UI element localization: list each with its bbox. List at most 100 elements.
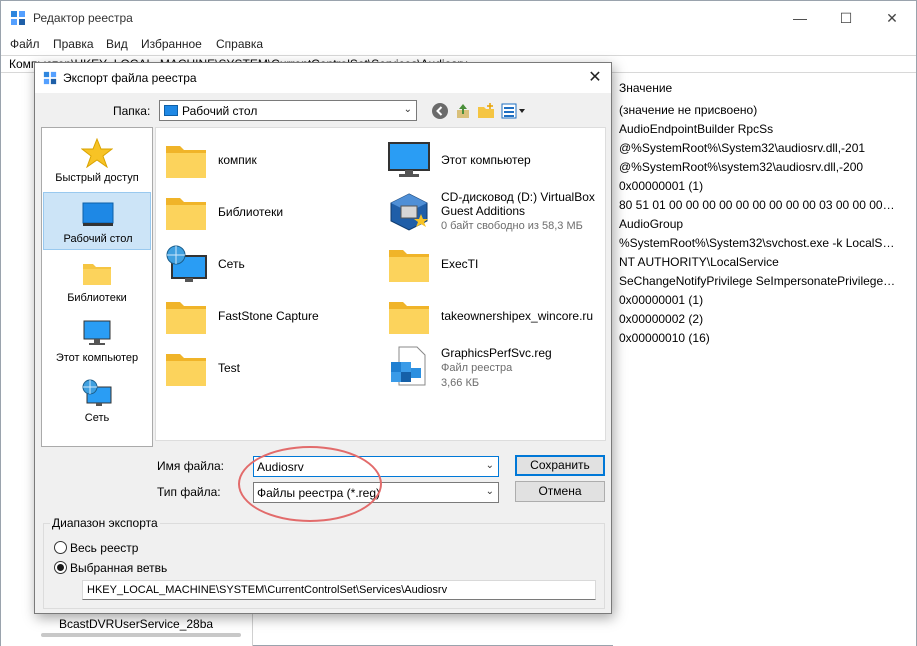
file-item-this-pc[interactable]: Этот компьютер — [383, 136, 603, 184]
save-button[interactable]: Сохранить — [515, 455, 605, 476]
place-label: Этот компьютер — [55, 352, 139, 364]
file-name: FastStone Capture — [218, 309, 319, 323]
filename-input[interactable]: Audiosrv ⌄ — [253, 456, 499, 477]
file-type: Файл реестра — [441, 362, 513, 374]
value-row[interactable]: 0x00000010 (16) — [619, 331, 897, 350]
cancel-button[interactable]: Отмена — [515, 481, 605, 502]
chevron-down-icon[interactable]: ⌄ — [486, 486, 494, 497]
file-name: CD-дисковод (D:) VirtualBox Guest Additi… — [441, 190, 595, 218]
filetype-select[interactable]: Файлы реестра (*.reg) ⌄ — [253, 482, 499, 503]
value-row[interactable]: SeChangeNotifyPrivilege SeImpersonatePri… — [619, 274, 897, 293]
computer-icon — [388, 142, 430, 177]
export-dialog: Экспорт файла реестра ✕ Папка: Рабочий с… — [34, 62, 612, 614]
folder-icon — [389, 302, 429, 334]
chevron-down-icon: ⌄ — [403, 104, 412, 115]
back-icon[interactable] — [431, 102, 449, 120]
file-name: Сеть — [218, 257, 245, 271]
menu-help[interactable]: Справка — [216, 37, 263, 51]
folder-icon — [166, 198, 206, 230]
value-row[interactable]: AudioEndpointBuilder RpcSs — [619, 122, 897, 141]
filetype-value: Файлы реестра (*.reg) — [257, 486, 380, 500]
file-item-takeownershipex[interactable]: takeownershipex_wincore.ru — [383, 292, 603, 340]
value-row[interactable]: 0x00000002 (2) — [619, 312, 897, 331]
value-row[interactable]: @%SystemRoot%\system32\audiosrv.dll,-200 — [619, 160, 897, 179]
dialog-close-button[interactable]: ✕ — [583, 66, 607, 90]
file-item-kompik[interactable]: компик — [160, 136, 380, 184]
file-item-test[interactable]: Test — [160, 344, 380, 392]
file-item-graphicsperfsvc[interactable]: GraphicsPerfSvc.reg Файл реестра 3,66 КБ — [383, 342, 603, 398]
virtualbox-disc-icon — [390, 193, 428, 231]
value-row[interactable]: 0x00000001 (1) — [619, 293, 897, 312]
places-bar: Быстрый доступ Рабочий стол Библиотеки Э… — [41, 127, 153, 447]
regedit-app-icon — [11, 11, 25, 25]
place-label: Рабочий стол — [63, 233, 133, 245]
window-title: Редактор реестра — [33, 11, 133, 25]
file-item-exectl[interactable]: ExecTI — [383, 240, 603, 288]
radio-selected-branch-label[interactable]: Выбранная ветвь — [70, 561, 167, 575]
branch-path-input[interactable]: HKEY_LOCAL_MACHINE\SYSTEM\CurrentControl… — [82, 580, 596, 600]
menu-view[interactable]: Вид — [106, 37, 128, 51]
file-item-cd-drive[interactable]: CD-дисковод (D:) VirtualBox Guest Additi… — [383, 188, 603, 240]
menu-edit[interactable]: Правка — [53, 37, 94, 51]
folder-select[interactable]: Рабочий стол ⌄ — [159, 100, 417, 121]
file-name: Библиотеки — [218, 205, 284, 219]
place-label: Сеть — [84, 412, 110, 424]
file-name: Этот компьютер — [441, 153, 531, 167]
minimize-button[interactable]: — — [777, 1, 823, 35]
place-quick-access[interactable]: Быстрый доступ — [43, 132, 151, 190]
menu-bar: Файл Правка Вид Избранное Справка — [1, 35, 916, 53]
folder-icon — [166, 302, 206, 334]
value-row[interactable]: AudioGroup — [619, 217, 897, 236]
desktop-icon — [164, 105, 178, 116]
up-folder-icon[interactable] — [454, 102, 472, 120]
radio-selected-branch[interactable] — [54, 561, 67, 574]
folder-icon — [166, 354, 206, 386]
file-name: Test — [218, 361, 241, 375]
folder-label: Папка: — [113, 104, 151, 118]
title-bar: Редактор реестра — ☐ ✕ — [1, 1, 916, 35]
export-range-group: Диапазон экспорта Весь реестр Выбранная … — [43, 516, 605, 609]
place-desktop[interactable]: Рабочий стол — [43, 192, 151, 250]
chevron-down-icon[interactable]: ⌄ — [486, 460, 494, 471]
file-item-libraries[interactable]: Библиотеки — [160, 188, 380, 236]
network-icon — [166, 245, 207, 282]
radio-all-registry[interactable] — [54, 541, 67, 554]
view-menu-icon[interactable] — [501, 102, 527, 120]
tree-horizontal-scrollbar[interactable] — [41, 633, 241, 637]
value-row[interactable]: @%SystemRoot%\System32\audiosrv.dll,-201 — [619, 141, 897, 160]
desktop-icon — [82, 202, 114, 226]
place-network[interactable]: Сеть — [43, 372, 151, 430]
folder-icon — [389, 250, 429, 282]
filename-label: Имя файла: — [157, 459, 224, 473]
libraries-folder-icon — [83, 264, 111, 285]
place-label: Быстрый доступ — [55, 172, 139, 184]
place-this-pc[interactable]: Этот компьютер — [43, 312, 151, 370]
regedit-app-icon — [43, 71, 57, 85]
value-row[interactable]: 80 51 01 00 00 00 00 00 00 00 00 00 03 0… — [619, 198, 897, 217]
registry-file-icon — [391, 346, 426, 386]
file-subtitle: 0 байт свободно из 58,3 МБ — [441, 220, 583, 232]
file-name: takeownershipex_wincore.ru — [441, 309, 594, 323]
branch-path-value: HKEY_LOCAL_MACHINE\SYSTEM\CurrentControl… — [87, 584, 448, 596]
radio-all-registry-label[interactable]: Весь реестр — [70, 541, 138, 555]
dialog-title-bar: Экспорт файла реестра ✕ — [35, 63, 611, 93]
menu-file[interactable]: Файл — [10, 37, 40, 51]
place-libraries[interactable]: Библиотеки — [43, 252, 151, 310]
file-item-network[interactable]: Сеть — [160, 240, 380, 288]
file-name: ExecTI — [441, 257, 479, 271]
column-header-value[interactable]: Значение — [619, 81, 672, 99]
dialog-title: Экспорт файла реестра — [63, 71, 197, 85]
computer-icon — [83, 320, 111, 345]
tree-item[interactable]: BcastDVRUserService_28ba — [59, 617, 213, 631]
filename-value: Audiosrv — [257, 460, 304, 474]
export-range-label: Диапазон экспорта — [50, 516, 160, 530]
value-row[interactable]: %SystemRoot%\System32\svchost.exe -k Loc… — [619, 236, 897, 255]
close-button[interactable]: ✕ — [869, 1, 915, 35]
new-folder-icon[interactable] — [477, 102, 495, 120]
value-row[interactable]: (значение не присвоено) — [619, 103, 897, 122]
value-row[interactable]: NT AUTHORITY\LocalService — [619, 255, 897, 274]
file-item-faststone[interactable]: FastStone Capture — [160, 292, 380, 340]
menu-favorites[interactable]: Избранное — [141, 37, 202, 51]
maximize-button[interactable]: ☐ — [823, 1, 869, 35]
value-row[interactable]: 0x00000001 (1) — [619, 179, 897, 198]
